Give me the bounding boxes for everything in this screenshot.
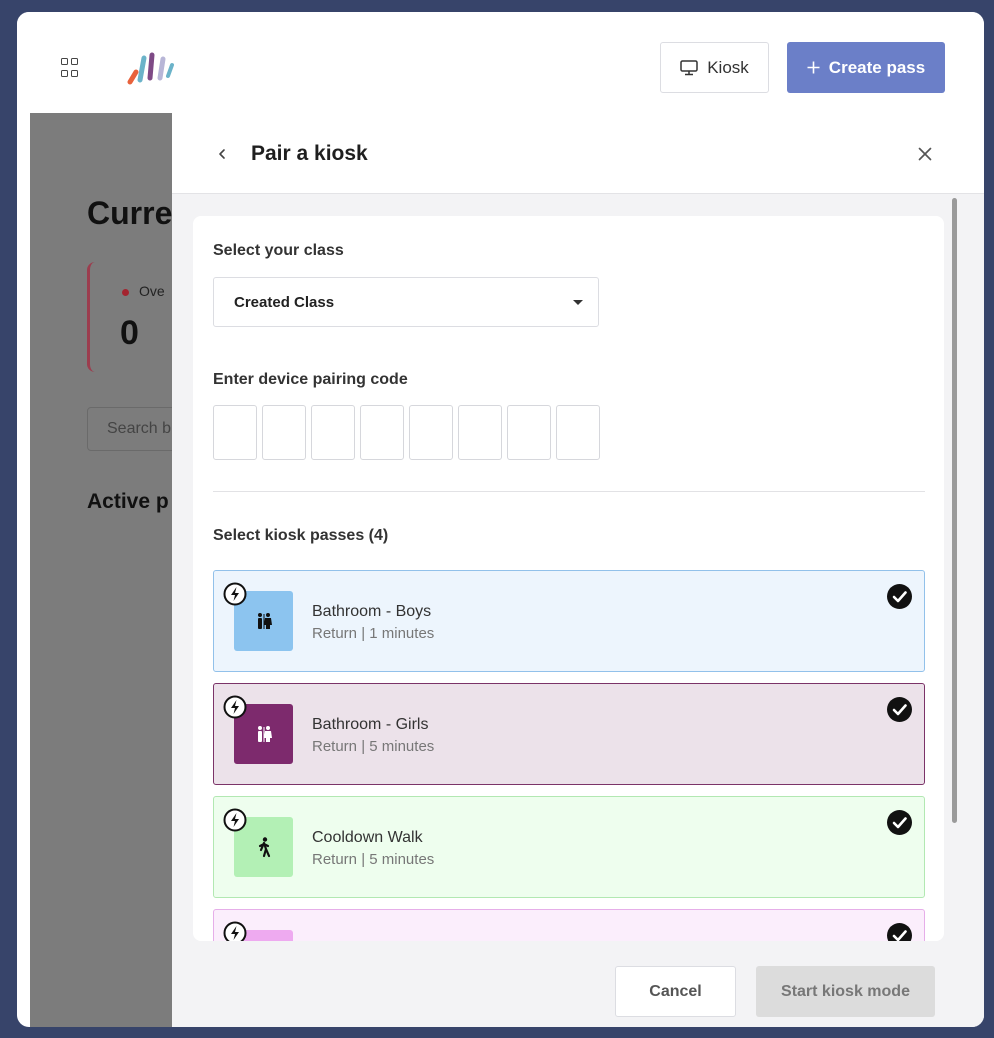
dimmed-background-page[interactable]: Curre Ove 0 Search b Active p	[30, 113, 172, 1027]
pass-details: Return | 5 minutes	[312, 738, 435, 755]
walking-icon	[254, 836, 274, 858]
kiosk-pass-card[interactable]: Cooldown Walk Return | 5 minutes	[213, 796, 925, 898]
caret-down-icon	[573, 300, 583, 305]
lightning-bolt-icon	[223, 695, 247, 719]
pairing-code-digit-6[interactable]	[458, 405, 502, 460]
top-bar: Kiosk Create pass	[17, 12, 984, 113]
pass-details: Return | 1 minutes	[312, 625, 435, 642]
apps-grid-icon[interactable]	[61, 58, 81, 78]
pass-details: Return | 5 minutes	[312, 851, 435, 868]
overdue-card: Ove 0	[87, 262, 172, 372]
active-passes-heading: Active p	[87, 490, 169, 513]
check-circle-icon[interactable]	[886, 809, 913, 836]
pairing-code-digit-5[interactable]	[409, 405, 453, 460]
create-pass-button[interactable]: Create pass	[787, 42, 945, 93]
check-circle-icon[interactable]	[886, 696, 913, 723]
kiosk-pass-card[interactable]	[213, 909, 925, 941]
app-window: Kiosk Create pass Curre Ove 0 Search b A…	[17, 12, 984, 1027]
pairing-code-label: Enter device pairing code	[213, 371, 408, 388]
panel-scrollbar[interactable]	[952, 198, 957, 823]
app-logo	[127, 52, 174, 85]
page-title: Curre	[87, 195, 172, 231]
pair-kiosk-panel: Pair a kiosk Select your class Created C…	[172, 113, 984, 1027]
panel-title: Pair a kiosk	[251, 142, 368, 165]
class-select-label: Select your class	[213, 242, 344, 259]
pairing-code-digit-7[interactable]	[507, 405, 551, 460]
cancel-button[interactable]: Cancel	[615, 966, 736, 1017]
divider	[213, 491, 925, 492]
restroom-icon	[253, 610, 275, 632]
chevron-left-icon[interactable]	[216, 145, 228, 163]
panel-footer: Cancel Start kiosk mode	[172, 945, 984, 1027]
close-icon[interactable]	[916, 145, 934, 163]
restroom-icon	[253, 723, 275, 745]
pass-name: Bathroom - Boys	[312, 603, 432, 620]
kiosk-button-label: Kiosk	[707, 57, 749, 77]
overdue-card-label: Ove	[139, 283, 165, 299]
panel-content: Select your class Created Class Enter de…	[193, 216, 944, 941]
search-input: Search b	[87, 407, 172, 451]
kiosk-button[interactable]: Kiosk	[660, 42, 769, 93]
check-circle-icon[interactable]	[886, 583, 913, 610]
lightning-bolt-icon	[223, 808, 247, 832]
kiosk-pass-card[interactable]: Bathroom - Girls Return | 5 minutes	[213, 683, 925, 785]
kiosk-passes-label: Select kiosk passes (4)	[213, 527, 389, 544]
pairing-code-digit-8[interactable]	[556, 405, 600, 460]
class-select[interactable]: Created Class	[213, 277, 599, 327]
pairing-code-digit-4[interactable]	[360, 405, 404, 460]
plus-icon	[807, 61, 820, 74]
create-pass-button-label: Create pass	[828, 57, 926, 77]
start-kiosk-mode-button[interactable]: Start kiosk mode	[756, 966, 935, 1017]
kiosk-pass-card[interactable]: Bathroom - Boys Return | 1 minutes	[213, 570, 925, 672]
monitor-icon	[680, 59, 698, 75]
class-select-value: Created Class	[234, 294, 335, 311]
lightning-bolt-icon	[223, 582, 247, 606]
check-circle-icon[interactable]	[886, 922, 913, 941]
panel-header: Pair a kiosk	[172, 113, 984, 194]
pass-name: Cooldown Walk	[312, 829, 423, 846]
pairing-code-digit-1[interactable]	[213, 405, 257, 460]
pairing-code-digit-3[interactable]	[311, 405, 355, 460]
status-dot-icon	[122, 289, 129, 296]
pairing-code-digit-2[interactable]	[262, 405, 306, 460]
overdue-card-value: 0	[120, 314, 139, 352]
lightning-bolt-icon	[223, 921, 247, 941]
pass-name: Bathroom - Girls	[312, 716, 429, 733]
